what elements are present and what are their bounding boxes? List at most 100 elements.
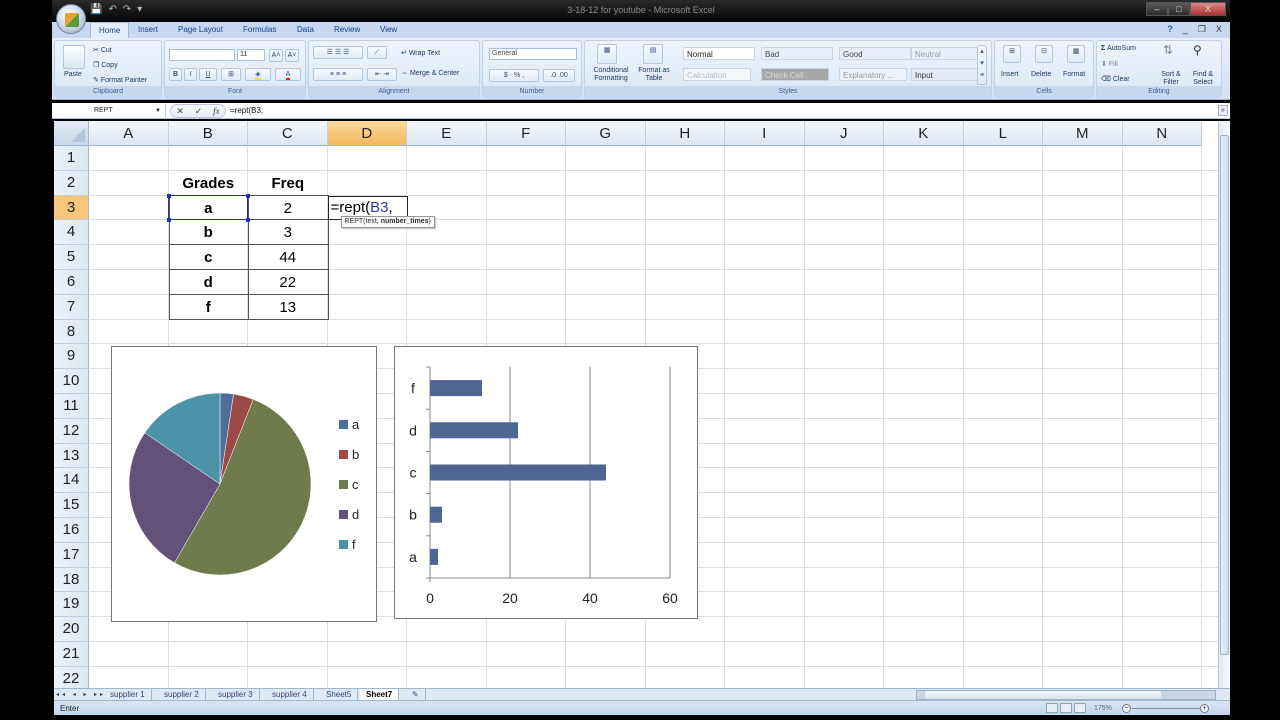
cell-style-calculation[interactable]: Calculation (683, 68, 751, 81)
column-header-h[interactable]: H (645, 121, 725, 146)
tab-data[interactable]: Data (289, 22, 322, 38)
font-name-select[interactable] (169, 49, 235, 61)
row-header-2[interactable]: 2 (54, 170, 89, 196)
maximize-button[interactable]: □ (1168, 2, 1190, 16)
row-header-16[interactable]: 16 (54, 518, 89, 543)
tab-home[interactable]: Home (90, 22, 130, 38)
row-header-7[interactable]: 7 (54, 294, 89, 320)
underline-button[interactable]: U (199, 68, 217, 81)
accounting-percent-comma-buttons[interactable]: $ · % , (489, 69, 539, 82)
cell-style-good[interactable]: Good (839, 47, 911, 60)
cell-style-normal[interactable]: Normal (683, 47, 755, 60)
column-header-j[interactable]: J (804, 121, 884, 146)
row-header-6[interactable]: 6 (54, 270, 89, 295)
conditional-formatting-button[interactable]: Conditional Formatting (589, 67, 633, 83)
column-header-m[interactable]: M (1043, 121, 1123, 146)
column-header-i[interactable]: I (725, 121, 805, 146)
cell-style-bad[interactable]: Bad (761, 47, 833, 60)
table-header-grades[interactable]: Grades (169, 171, 249, 196)
cell-style-check-cell[interactable]: Check Cell (761, 68, 829, 81)
bar-d[interactable] (430, 422, 518, 439)
row-header-3[interactable]: 3 (54, 195, 89, 221)
comma-button[interactable]: , (522, 72, 524, 79)
font-size-select[interactable]: 11 (237, 49, 265, 61)
row-header-9[interactable]: 9 (54, 344, 89, 370)
row-header-8[interactable]: 8 (54, 319, 89, 345)
column-header-a[interactable]: A (89, 121, 169, 146)
copy-button[interactable]: ❐ Copy (93, 61, 118, 69)
tab-page-layout[interactable]: Page Layout (170, 22, 231, 38)
column-header-k[interactable]: K (884, 121, 964, 146)
paste-button[interactable]: Paste (64, 71, 82, 78)
fill-color-button[interactable]: ◈ (245, 68, 271, 81)
row-header-17[interactable]: 17 (54, 542, 89, 568)
indent-buttons[interactable]: ⇤ ⇥ (367, 68, 397, 81)
office-button[interactable] (56, 4, 86, 34)
zoom-out-button[interactable]: − (1122, 704, 1131, 713)
select-all-button[interactable] (54, 121, 89, 146)
column-header-b[interactable]: B (168, 121, 248, 146)
bar-chart[interactable]: 0 20 40 60 a b c d f (394, 346, 698, 619)
tab-view[interactable]: View (372, 22, 405, 38)
page-layout-view-button[interactable] (1060, 703, 1072, 713)
bold-button[interactable]: B (169, 68, 182, 81)
row-header-15[interactable]: 15 (54, 493, 89, 518)
format-cells-button[interactable]: Format (1063, 71, 1085, 78)
bar-c[interactable] (430, 464, 606, 481)
currency-button[interactable]: $ (504, 72, 508, 79)
minimize-button[interactable]: – (1146, 2, 1168, 16)
cell-style-input[interactable]: Input (911, 68, 979, 81)
number-format-select[interactable]: General (489, 48, 577, 60)
borders-button[interactable]: ⊞ (221, 68, 241, 81)
font-color-button[interactable]: A (275, 68, 301, 81)
table-header-freq[interactable]: Freq (248, 171, 328, 196)
enter-formula-button[interactable]: ✓ (195, 105, 203, 117)
column-header-g[interactable]: G (566, 121, 646, 146)
vertical-align-buttons[interactable]: ☰ ☰ ☰ (313, 46, 363, 59)
cell-style-explanatory[interactable]: Explanatory ... (839, 68, 907, 81)
row-header-14[interactable]: 14 (54, 468, 89, 494)
selection-handle[interactable] (246, 218, 250, 223)
column-header-d[interactable]: D (327, 121, 407, 146)
bar-f[interactable] (430, 380, 482, 397)
row-header-12[interactable]: 12 (54, 418, 89, 444)
row-header-4[interactable]: 4 (54, 220, 89, 246)
decimal-buttons[interactable]: .0 .00 (543, 69, 575, 82)
help-icon[interactable]: ? (1167, 24, 1173, 35)
horizontal-scrollbar[interactable] (916, 690, 1216, 700)
grow-font-button[interactable]: A˄ (269, 49, 283, 62)
bar-a[interactable] (430, 548, 438, 565)
column-header-e[interactable]: E (407, 121, 487, 146)
column-header-n[interactable]: N (1122, 121, 1202, 146)
horizontal-scroll-thumb[interactable] (925, 691, 1161, 699)
delete-cells-button[interactable]: Delete (1031, 71, 1051, 78)
cancel-formula-button[interactable]: ✕ (176, 105, 184, 117)
tab-insert[interactable]: Insert (130, 22, 166, 38)
row-header-21[interactable]: 21 (54, 642, 89, 667)
zoom-slider[interactable] (1132, 708, 1200, 709)
format-painter-button[interactable]: ✎ Format Painter (93, 76, 147, 84)
close-button[interactable]: X (1190, 2, 1226, 16)
orientation-button[interactable]: ⟋ (367, 46, 387, 59)
merge-center-button[interactable]: ⇔ Merge & Center (401, 70, 459, 77)
workbook-minimize-button[interactable]: _ (1183, 24, 1188, 35)
chevron-down-icon[interactable]: ▼ (155, 104, 161, 118)
workbook-close-button[interactable]: X (1216, 24, 1222, 35)
selection-handle[interactable] (246, 193, 250, 198)
tab-formulas[interactable]: Formulas (235, 22, 284, 38)
row-header-20[interactable]: 20 (54, 617, 89, 642)
cut-button[interactable]: ✂ Cut (93, 46, 112, 54)
worksheet-grid[interactable]: ABCDEFGHIJKLMN 1 2 3 4 5 6 7 8 9 10 11 12 13 14 15 16 17… (54, 121, 1218, 688)
italic-button[interactable]: I (184, 68, 197, 81)
find-select-button[interactable]: Find & Select (1187, 71, 1219, 87)
row-header-5[interactable]: 5 (54, 245, 89, 270)
row-header-19[interactable]: 19 (54, 592, 89, 618)
row-header-10[interactable]: 10 (54, 369, 89, 394)
paste-icon[interactable] (63, 45, 85, 69)
workbook-restore-button[interactable]: ❐ (1198, 24, 1206, 35)
clear-button[interactable]: ⌫ Clear (1101, 75, 1130, 83)
vertical-scrollbar[interactable] (1218, 121, 1230, 688)
zoom-in-button[interactable]: + (1200, 704, 1209, 713)
sort-filter-button[interactable]: Sort & Filter (1157, 71, 1185, 87)
page-break-view-button[interactable] (1074, 703, 1086, 713)
